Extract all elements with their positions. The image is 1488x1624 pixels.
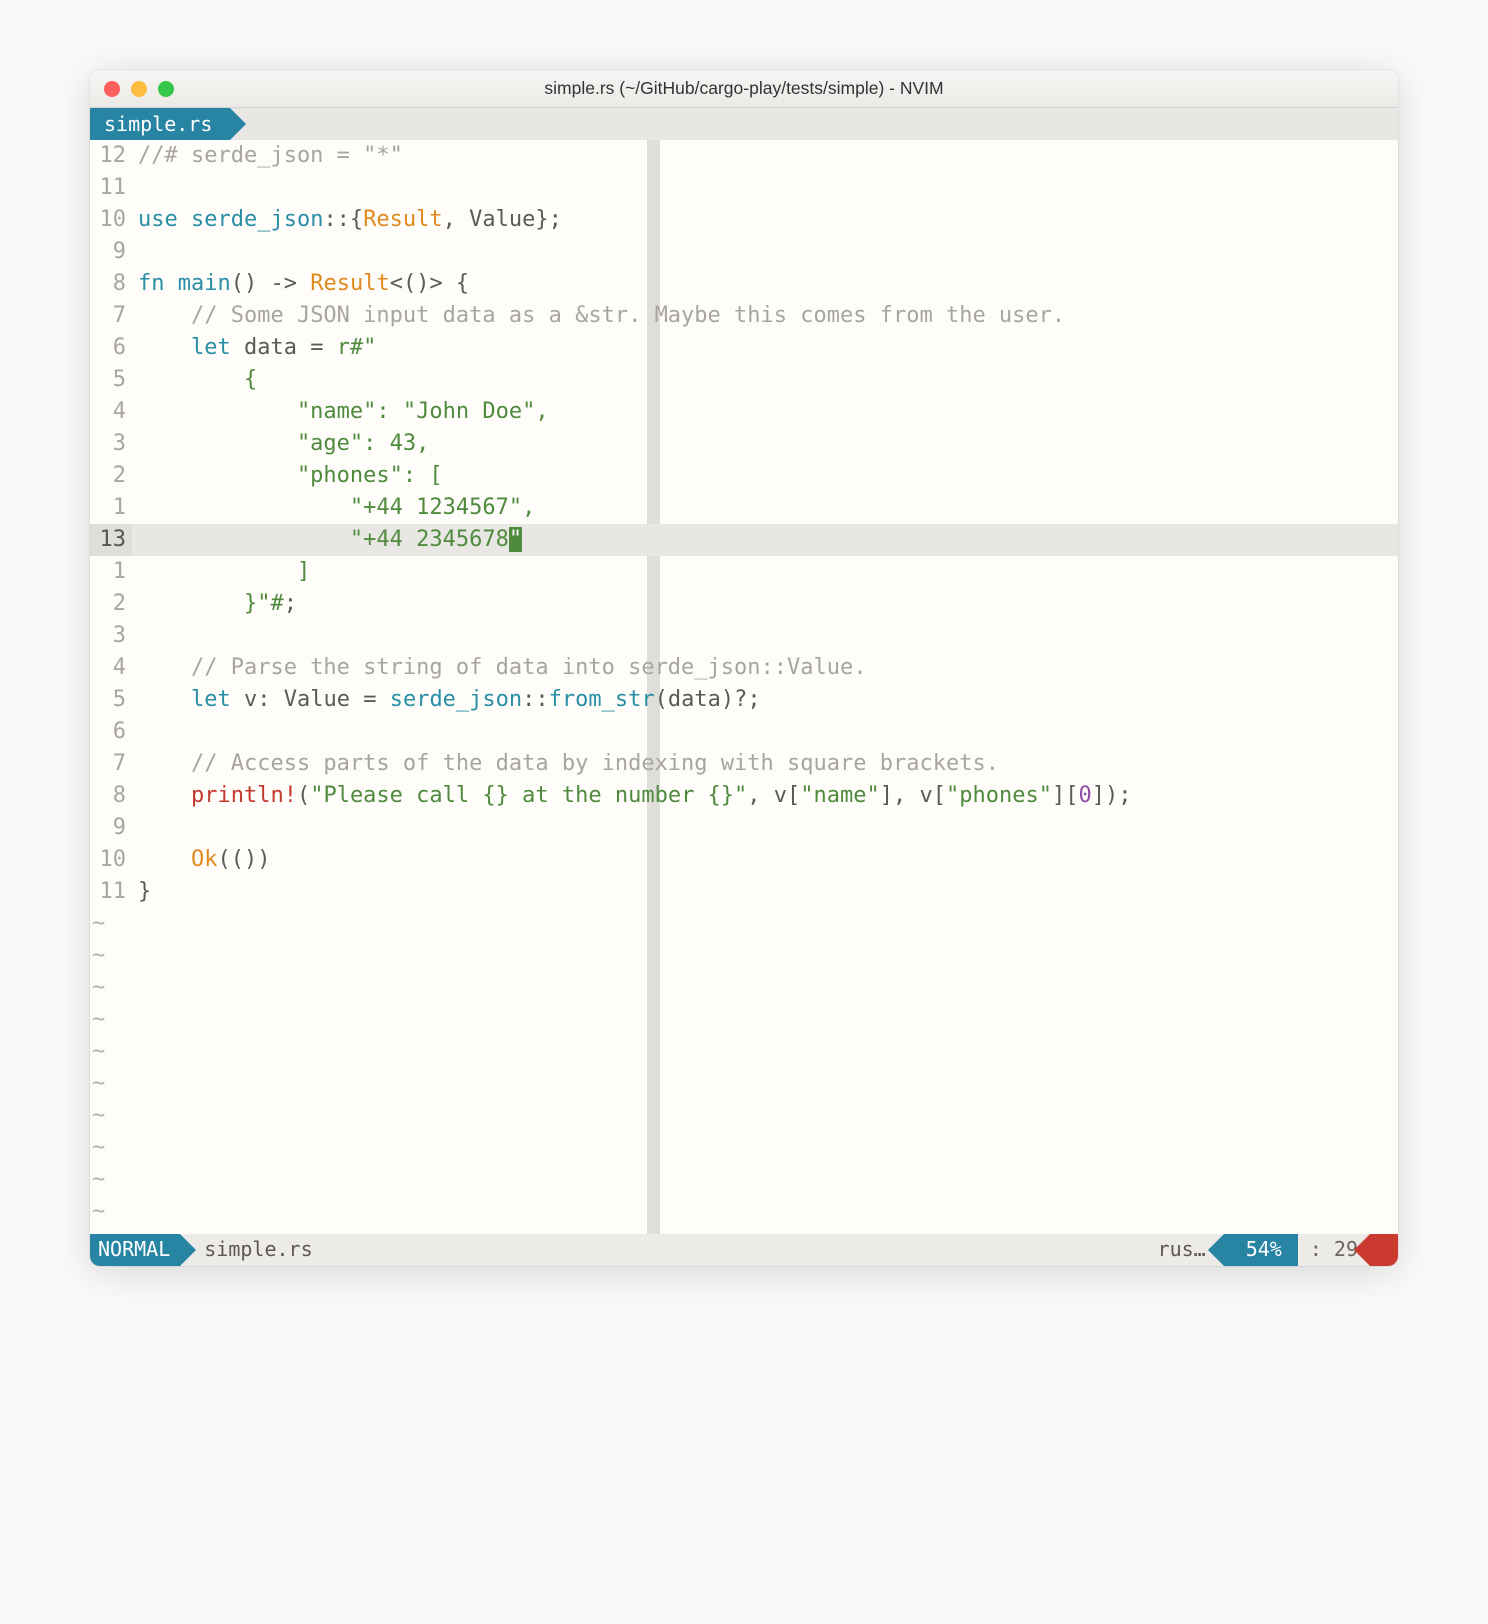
empty-line-tilde: ~ bbox=[90, 940, 1398, 972]
code-line[interactable]: 11} bbox=[90, 876, 1398, 908]
code-text: "+44 1234567", bbox=[132, 492, 535, 524]
line-number: 10 bbox=[90, 844, 132, 876]
line-number: 8 bbox=[90, 780, 132, 812]
nvim-window: simple.rs (~/GitHub/cargo-play/tests/sim… bbox=[90, 70, 1398, 1266]
code-text: //# serde_json = "*" bbox=[132, 140, 403, 172]
mode-indicator: NORMAL bbox=[90, 1234, 180, 1266]
line-number: 3 bbox=[90, 428, 132, 460]
code-text bbox=[132, 716, 138, 748]
code-text: // Some JSON input data as a &str. Maybe… bbox=[132, 300, 1065, 332]
line-number: 6 bbox=[90, 332, 132, 364]
code-text: println!("Please call {} at the number {… bbox=[132, 780, 1131, 812]
code-line[interactable]: 3 "age": 43, bbox=[90, 428, 1398, 460]
cursor-line[interactable]: 13 "+44 2345678" bbox=[90, 524, 1398, 556]
code-line[interactable]: 10 Ok(()) bbox=[90, 844, 1398, 876]
code-line[interactable]: 9 bbox=[90, 236, 1398, 268]
code-text: // Access parts of the data by indexing … bbox=[132, 748, 999, 780]
code-text: ] bbox=[132, 556, 310, 588]
line-number: 7 bbox=[90, 300, 132, 332]
empty-line-tilde: ~ bbox=[90, 1068, 1398, 1100]
editor-area[interactable]: 12//# serde_json = "*"1110use serde_json… bbox=[90, 140, 1398, 1234]
empty-line-tilde: ~ bbox=[90, 1164, 1398, 1196]
tab-simple-rs[interactable]: simple.rs bbox=[90, 108, 230, 140]
line-number: 1 bbox=[90, 492, 132, 524]
line-number: 9 bbox=[90, 236, 132, 268]
line-number: 5 bbox=[90, 364, 132, 396]
code-line[interactable]: 8 println!("Please call {} at the number… bbox=[90, 780, 1398, 812]
line-number: 3 bbox=[90, 620, 132, 652]
statusbar: NORMAL simple.rs rus… 54% : 29 bbox=[90, 1234, 1398, 1266]
empty-line-tilde: ~ bbox=[90, 1132, 1398, 1164]
empty-line-tilde: ~ bbox=[90, 1004, 1398, 1036]
code-line[interactable]: 12//# serde_json = "*" bbox=[90, 140, 1398, 172]
code-line[interactable]: 5 let v: Value = serde_json::from_str(da… bbox=[90, 684, 1398, 716]
tab-bar: simple.rs bbox=[90, 108, 1398, 140]
code-text: "name": "John Doe", bbox=[132, 396, 549, 428]
line-number: 9 bbox=[90, 812, 132, 844]
code-text: use serde_json::{Result, Value}; bbox=[132, 204, 562, 236]
status-filename: simple.rs bbox=[180, 1234, 324, 1266]
code-text bbox=[132, 812, 138, 844]
code-line[interactable]: 9 bbox=[90, 812, 1398, 844]
line-number: 6 bbox=[90, 716, 132, 748]
line-number: 10 bbox=[90, 204, 132, 236]
empty-line-tilde: ~ bbox=[90, 1036, 1398, 1068]
line-number: 8 bbox=[90, 268, 132, 300]
code-line[interactable]: 6 bbox=[90, 716, 1398, 748]
code-line[interactable]: 6 let data = r#" bbox=[90, 332, 1398, 364]
code-text: Ok(()) bbox=[132, 844, 270, 876]
status-percent: 54% bbox=[1224, 1234, 1298, 1266]
code-line[interactable]: 10use serde_json::{Result, Value}; bbox=[90, 204, 1398, 236]
code-line[interactable]: 7 // Some JSON input data as a &str. May… bbox=[90, 300, 1398, 332]
empty-line-tilde: ~ bbox=[90, 908, 1398, 940]
code-text: "phones": [ bbox=[132, 460, 443, 492]
code-line[interactable]: 7 // Access parts of the data by indexin… bbox=[90, 748, 1398, 780]
code-text: "+44 2345678" bbox=[132, 524, 522, 556]
code-text: fn main() -> Result<()> { bbox=[132, 268, 469, 300]
tab-label: simple.rs bbox=[104, 112, 212, 136]
line-number: 13 bbox=[90, 524, 132, 556]
line-number: 2 bbox=[90, 460, 132, 492]
code-text: }"#; bbox=[132, 588, 297, 620]
code-line[interactable]: 1 "+44 1234567", bbox=[90, 492, 1398, 524]
status-spacer bbox=[325, 1234, 1158, 1266]
empty-line-tilde: ~ bbox=[90, 1100, 1398, 1132]
line-number: 4 bbox=[90, 652, 132, 684]
line-number: 11 bbox=[90, 876, 132, 908]
empty-line-tilde: ~ bbox=[90, 1196, 1398, 1228]
window-title: simple.rs (~/GitHub/cargo-play/tests/sim… bbox=[90, 78, 1398, 99]
empty-line-tilde: ~ bbox=[90, 972, 1398, 1004]
code-text: let v: Value = serde_json::from_str(data… bbox=[132, 684, 761, 716]
line-number: 12 bbox=[90, 140, 132, 172]
line-number: 5 bbox=[90, 684, 132, 716]
code-line[interactable]: 8fn main() -> Result<()> { bbox=[90, 268, 1398, 300]
code-text: "age": 43, bbox=[132, 428, 429, 460]
code-line[interactable]: 2 }"#; bbox=[90, 588, 1398, 620]
line-number: 7 bbox=[90, 748, 132, 780]
code-text: let data = r#" bbox=[132, 332, 376, 364]
code-line[interactable]: 5 { bbox=[90, 364, 1398, 396]
code-text bbox=[132, 620, 138, 652]
code-text: { bbox=[132, 364, 257, 396]
code-text: // Parse the string of data into serde_j… bbox=[132, 652, 867, 684]
status-warn-icon bbox=[1370, 1234, 1398, 1266]
line-number: 1 bbox=[90, 556, 132, 588]
code-line[interactable]: 11 bbox=[90, 172, 1398, 204]
line-number: 2 bbox=[90, 588, 132, 620]
code-text bbox=[132, 236, 138, 268]
code-line[interactable]: 4 // Parse the string of data into serde… bbox=[90, 652, 1398, 684]
line-number: 4 bbox=[90, 396, 132, 428]
code-text bbox=[132, 172, 138, 204]
code-line[interactable]: 1 ] bbox=[90, 556, 1398, 588]
code-line[interactable]: 2 "phones": [ bbox=[90, 460, 1398, 492]
code-text: } bbox=[132, 876, 151, 908]
line-number: 11 bbox=[90, 172, 132, 204]
titlebar: simple.rs (~/GitHub/cargo-play/tests/sim… bbox=[90, 70, 1398, 108]
code-line[interactable]: 4 "name": "John Doe", bbox=[90, 396, 1398, 428]
code-line[interactable]: 3 bbox=[90, 620, 1398, 652]
